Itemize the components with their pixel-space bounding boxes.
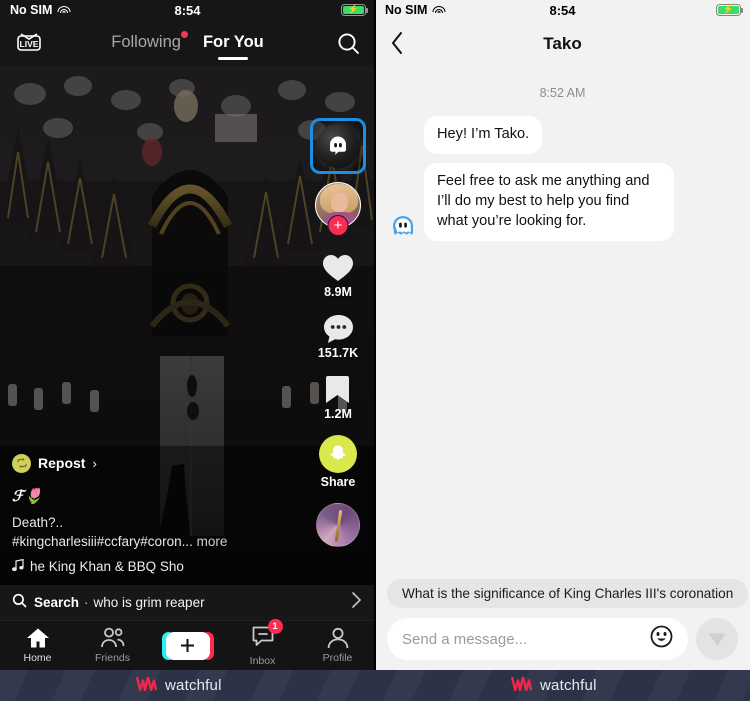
repost-row[interactable]: Repost › xyxy=(12,453,267,473)
video-player[interactable]: + 8.9M 151.7K 1.2M Share Repost › ℱ🌷 Dea… xyxy=(0,66,375,585)
nav-label-home: Home xyxy=(23,652,52,664)
heart-icon xyxy=(323,255,353,281)
svg-text:LIVE: LIVE xyxy=(20,39,39,49)
tako-button[interactable] xyxy=(307,118,369,174)
message-bubble: Feel free to ask me anything and I’ll do… xyxy=(424,162,674,241)
share-button[interactable]: Share xyxy=(319,435,357,489)
battery-charging-icon: ⚡ xyxy=(716,4,743,19)
watchful-logo-icon xyxy=(135,676,158,696)
status-time: 8:54 xyxy=(174,3,201,18)
send-paperplane-icon[interactable] xyxy=(696,618,738,660)
tab-for-you-label: For You xyxy=(202,33,264,51)
snapchat-ghost-icon xyxy=(319,435,357,473)
message-input-wrap[interactable]: Send a message... xyxy=(387,618,688,660)
following-notification-dot xyxy=(180,31,188,38)
video-description: Death?.. #kingcharlesiii#ccfary#coron...… xyxy=(12,513,267,552)
message-composer: Send a message... xyxy=(375,616,750,662)
watermark-left: watchful xyxy=(135,670,222,701)
search-icon xyxy=(12,593,27,613)
chevron-right-icon[interactable] xyxy=(350,591,363,614)
description-line-1: Death?.. xyxy=(12,514,64,530)
nav-item-friends[interactable]: Friends xyxy=(83,627,143,664)
bottom-navigation: Home Friends 1 Inbox Profile xyxy=(0,618,375,670)
tab-following-label: Following xyxy=(111,33,181,51)
tab-following[interactable]: Following xyxy=(111,31,188,55)
active-tab-underline xyxy=(218,57,249,60)
watchful-logo-icon xyxy=(510,676,533,696)
chat-title: Tako xyxy=(543,34,582,53)
creator-username[interactable]: ℱ🌷 xyxy=(12,487,267,506)
chat-header: Tako xyxy=(375,22,750,66)
tab-for-you[interactable]: For You xyxy=(202,33,264,60)
friends-icon xyxy=(100,627,124,648)
profile-icon xyxy=(327,627,348,649)
create-plus-icon[interactable] xyxy=(161,631,214,660)
tako-ghost-icon xyxy=(316,124,360,168)
chat-message-list: 8:52 AM Hey! I’m Tako. Feel free to ask … xyxy=(375,66,750,565)
comment-button[interactable]: 151.7K xyxy=(318,313,358,360)
description-hashtags[interactable]: #kingcharlesiii#ccfary#coron... xyxy=(12,534,193,549)
chat-timestamp: 8:52 AM xyxy=(539,86,586,100)
music-note-icon xyxy=(12,558,24,575)
repost-label: Repost xyxy=(38,455,86,472)
message-bubble: Hey! I’m Tako. xyxy=(424,116,543,154)
search-query: who is grim reaper xyxy=(93,595,205,610)
search-icon[interactable] xyxy=(336,31,361,61)
suggested-prompt-row: What is the significance of King Charles… xyxy=(375,579,750,608)
repost-chevron-icon: › xyxy=(92,455,97,471)
like-button[interactable]: 8.9M xyxy=(321,252,355,299)
like-count: 8.9M xyxy=(324,285,352,299)
watermark-bar: watchful watchful xyxy=(0,670,750,701)
tako-selection-box[interactable] xyxy=(310,118,366,174)
nav-item-profile[interactable]: Profile xyxy=(308,627,368,664)
search-separator: · xyxy=(84,595,89,610)
live-icon[interactable]: LIVE xyxy=(14,28,44,54)
more-link[interactable]: more xyxy=(197,534,228,549)
bookmark-button[interactable]: 1.2M xyxy=(324,374,352,421)
suggested-prompt-chip[interactable]: What is the significance of King Charles… xyxy=(387,579,749,608)
message-row: Feel free to ask me anything and I’ll do… xyxy=(389,162,736,241)
nav-item-inbox[interactable]: 1 Inbox xyxy=(233,618,293,667)
repost-icon xyxy=(12,453,31,473)
message-row: Hey! I’m Tako. xyxy=(389,116,736,154)
left-status-bar: No SIM 8:54 ⚡ xyxy=(0,0,375,22)
status-time: 8:54 xyxy=(549,3,576,18)
chevron-left-icon[interactable] xyxy=(390,31,404,60)
panel-divider xyxy=(374,0,376,670)
inbox-badge: 1 xyxy=(267,618,283,634)
nav-item-home[interactable]: Home xyxy=(8,627,68,664)
creator-avatar[interactable]: + xyxy=(315,182,361,238)
emoji-smiley-icon[interactable] xyxy=(650,625,673,653)
search-label: Search xyxy=(34,595,80,610)
watermark-text: watchful xyxy=(165,677,222,694)
nav-item-create[interactable] xyxy=(158,631,218,660)
nav-label-friends: Friends xyxy=(94,652,130,664)
right-status-bar: No SIM 8:54 ⚡ xyxy=(375,0,750,22)
tiktok-feed-panel: No SIM 8:54 ⚡ LIVE Following For You + 8… xyxy=(0,0,375,670)
inbox-icon-wrap: 1 xyxy=(251,618,283,652)
nav-label-inbox: Inbox xyxy=(249,654,276,667)
spinning-record-icon[interactable] xyxy=(316,503,360,547)
battery-charging-icon: ⚡ xyxy=(341,4,368,19)
feed-top-tabs: LIVE Following For You xyxy=(0,22,375,66)
screenshot-root: No SIM 8:54 ⚡ LIVE Following For You + 8… xyxy=(0,0,750,701)
home-icon xyxy=(26,628,49,648)
video-caption-block: Repost › ℱ🌷 Death?.. #kingcharlesiii#ccf… xyxy=(12,453,267,575)
nav-label-profile: Profile xyxy=(322,652,353,664)
music-row[interactable]: he King Khan & BBQ Sho xyxy=(12,558,267,575)
tako-chat-panel: No SIM 8:54 ⚡ Tako 8:52 AM Hey! I’m Tako… xyxy=(375,0,750,670)
comment-count: 151.7K xyxy=(317,346,359,360)
watermark-text: watchful xyxy=(540,677,597,694)
bot-avatar xyxy=(389,213,417,241)
search-suggestion-bar[interactable]: Search · who is grim reaper xyxy=(0,585,375,620)
message-input[interactable]: Send a message... xyxy=(402,631,650,648)
follow-button[interactable]: + xyxy=(327,215,349,236)
watermark-right: watchful xyxy=(510,670,597,701)
comment-bubble-icon xyxy=(323,315,353,343)
share-label: Share xyxy=(320,475,356,489)
bookmark-count: 1.2M xyxy=(324,407,352,421)
music-title: he King Khan & BBQ Sho xyxy=(30,559,184,574)
action-rail: + 8.9M 151.7K 1.2M Share xyxy=(307,118,369,547)
bookmark-icon xyxy=(326,376,350,403)
